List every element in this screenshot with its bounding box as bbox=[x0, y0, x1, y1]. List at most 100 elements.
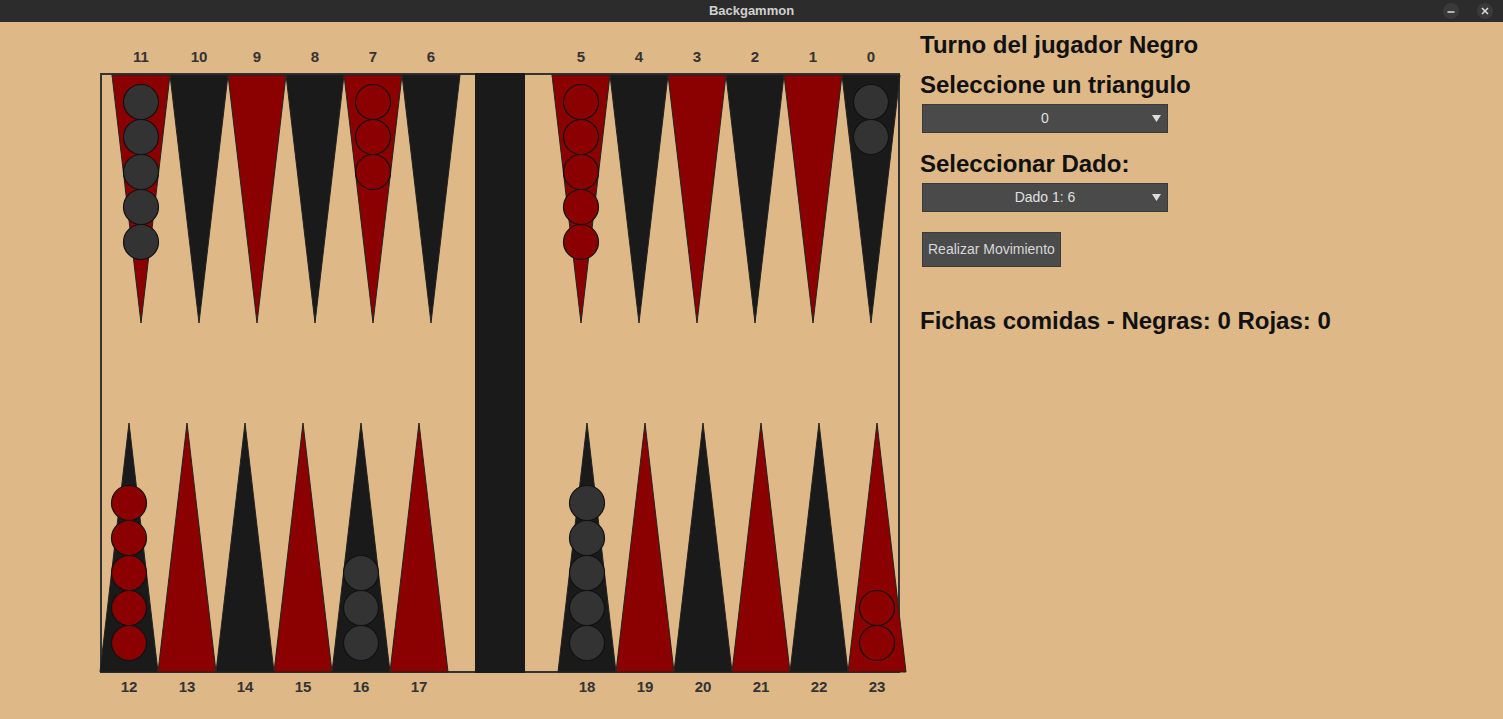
checker[interactable] bbox=[564, 225, 599, 260]
point[interactable]: 12 bbox=[100, 423, 158, 695]
point[interactable]: 4 bbox=[610, 48, 668, 323]
checker[interactable] bbox=[564, 120, 599, 155]
triangle[interactable] bbox=[402, 75, 460, 323]
point[interactable]: 0 bbox=[842, 48, 900, 323]
triangle[interactable] bbox=[790, 423, 848, 672]
checker[interactable] bbox=[124, 85, 159, 120]
point[interactable]: 10 bbox=[170, 48, 228, 323]
point[interactable]: 2 bbox=[726, 48, 784, 323]
point[interactable]: 3 bbox=[668, 48, 726, 323]
checker[interactable] bbox=[344, 556, 379, 591]
triangle[interactable] bbox=[332, 423, 390, 672]
checker[interactable] bbox=[570, 521, 605, 556]
checker-stack bbox=[860, 591, 895, 661]
move-button[interactable]: Realizar Movimiento bbox=[922, 232, 1061, 267]
triangle[interactable] bbox=[784, 75, 842, 323]
triangle[interactable] bbox=[170, 75, 228, 323]
point[interactable]: 8 bbox=[286, 48, 344, 323]
checker[interactable] bbox=[860, 591, 895, 626]
triangle[interactable] bbox=[616, 423, 674, 672]
triangle[interactable] bbox=[610, 75, 668, 323]
checker[interactable] bbox=[124, 190, 159, 225]
point[interactable]: 7 bbox=[344, 48, 402, 323]
checker[interactable] bbox=[570, 626, 605, 661]
point[interactable]: 13 bbox=[158, 423, 216, 695]
point[interactable]: 5 bbox=[552, 48, 610, 323]
point[interactable]: 18 bbox=[558, 423, 616, 695]
point[interactable]: 22 bbox=[790, 423, 848, 695]
triangle[interactable] bbox=[552, 75, 610, 323]
point[interactable]: 17 bbox=[390, 423, 448, 695]
checker[interactable] bbox=[860, 626, 895, 661]
point-label: 13 bbox=[179, 678, 196, 695]
triangle[interactable] bbox=[158, 423, 216, 672]
triangle[interactable] bbox=[668, 75, 726, 323]
triangle[interactable] bbox=[100, 423, 158, 672]
triangle[interactable] bbox=[842, 75, 900, 323]
triangle[interactable] bbox=[216, 423, 274, 672]
triangle[interactable] bbox=[848, 423, 906, 672]
point-label: 2 bbox=[751, 48, 759, 65]
point-label: 20 bbox=[695, 678, 712, 695]
point[interactable]: 16 bbox=[332, 423, 390, 695]
checker[interactable] bbox=[112, 626, 147, 661]
checker[interactable] bbox=[112, 591, 147, 626]
checker[interactable] bbox=[112, 556, 147, 591]
point-label: 11 bbox=[133, 48, 149, 65]
checker[interactable] bbox=[356, 155, 391, 190]
checker[interactable] bbox=[112, 521, 147, 556]
checker-owner bbox=[860, 591, 895, 661]
checker[interactable] bbox=[356, 120, 391, 155]
checker[interactable] bbox=[124, 120, 159, 155]
checker[interactable] bbox=[356, 85, 391, 120]
checker[interactable] bbox=[564, 155, 599, 190]
board: 01234567891011121314151617181920212223 bbox=[0, 22, 918, 719]
point-label: 17 bbox=[411, 678, 428, 695]
checker-stack bbox=[356, 85, 391, 190]
close-icon[interactable] bbox=[1477, 3, 1493, 19]
point[interactable]: 6 bbox=[402, 48, 460, 323]
point[interactable]: 19 bbox=[616, 423, 674, 695]
checker[interactable] bbox=[854, 85, 889, 120]
point-label: 21 bbox=[753, 678, 770, 695]
minimize-icon[interactable] bbox=[1443, 3, 1459, 19]
point-label: 23 bbox=[869, 678, 886, 695]
checker[interactable] bbox=[112, 486, 147, 521]
triangle[interactable] bbox=[344, 75, 402, 323]
point[interactable]: 9 bbox=[228, 48, 286, 323]
checker-owner bbox=[356, 85, 391, 190]
checker[interactable] bbox=[564, 190, 599, 225]
checker-owner bbox=[112, 486, 147, 661]
point-label: 3 bbox=[693, 48, 701, 65]
triangle[interactable] bbox=[286, 75, 344, 323]
point-label: 8 bbox=[311, 48, 319, 65]
checker[interactable] bbox=[570, 486, 605, 521]
checker[interactable] bbox=[344, 591, 379, 626]
checker[interactable] bbox=[344, 626, 379, 661]
point[interactable]: 21 bbox=[732, 423, 790, 695]
checker[interactable] bbox=[570, 556, 605, 591]
point[interactable]: 11 bbox=[112, 48, 170, 323]
triangle[interactable] bbox=[558, 423, 616, 672]
triangle-select[interactable]: 0 bbox=[922, 104, 1168, 133]
triangle[interactable] bbox=[112, 75, 170, 323]
triangle[interactable] bbox=[228, 75, 286, 323]
checker[interactable] bbox=[124, 225, 159, 260]
dice-select[interactable]: Dado 1: 6 bbox=[922, 183, 1168, 212]
triangle[interactable] bbox=[274, 423, 332, 672]
point[interactable]: 15 bbox=[274, 423, 332, 695]
triangle[interactable] bbox=[390, 423, 448, 672]
triangle[interactable] bbox=[674, 423, 732, 672]
point[interactable]: 1 bbox=[784, 48, 842, 323]
triangle[interactable] bbox=[732, 423, 790, 672]
checker[interactable] bbox=[564, 85, 599, 120]
point-label: 10 bbox=[191, 48, 208, 65]
triangle[interactable] bbox=[726, 75, 784, 323]
point-label: 4 bbox=[635, 48, 644, 65]
checker[interactable] bbox=[570, 591, 605, 626]
point[interactable]: 20 bbox=[674, 423, 732, 695]
point[interactable]: 14 bbox=[216, 423, 274, 695]
checker[interactable] bbox=[124, 155, 159, 190]
point[interactable]: 23 bbox=[848, 423, 906, 695]
checker[interactable] bbox=[854, 120, 889, 155]
